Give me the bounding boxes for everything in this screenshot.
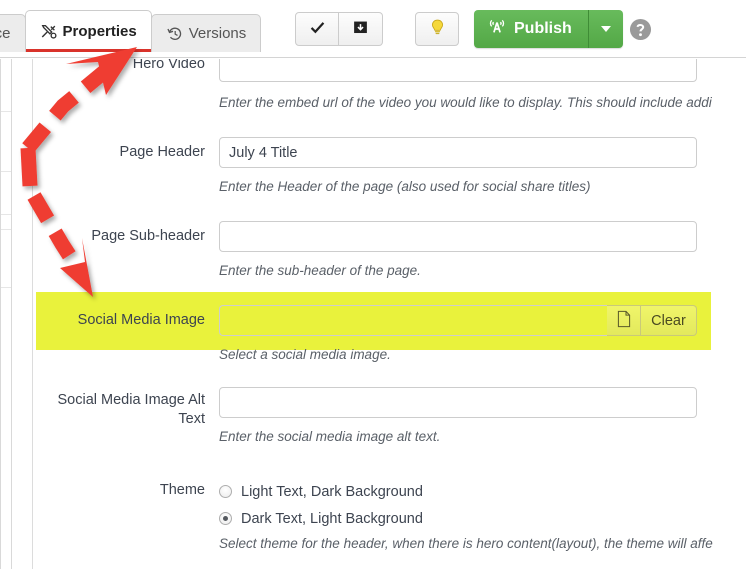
tips-button[interactable] — [415, 12, 459, 46]
tips-button-group — [415, 12, 459, 46]
top-toolbar: ource Properties Versions — [0, 0, 746, 58]
properties-form: Hero Video Enter the embed url of the vi… — [33, 59, 746, 569]
save-box-down-arrow-icon — [352, 19, 369, 39]
page-sub-header-input[interactable] — [219, 221, 697, 252]
theme-hint: Select theme for the header, when there … — [219, 536, 713, 551]
social-media-image-label: Social Media Image — [77, 312, 205, 328]
hero-video-label: Hero Video — [132, 59, 205, 72]
publish-dropdown-toggle[interactable] — [588, 10, 623, 48]
page-sub-header-label: Page Sub-header — [91, 228, 205, 244]
page-sub-header-hint: Enter the sub-header of the page. — [219, 263, 421, 278]
checkmark-icon — [309, 19, 326, 39]
theme-option-light-text-dark-background[interactable]: Light Text, Dark Background — [219, 478, 423, 505]
publish-button-group: Publish — [474, 10, 623, 48]
page-header-input[interactable] — [219, 137, 697, 168]
save-button-group — [295, 12, 383, 46]
tab-properties[interactable]: Properties — [24, 10, 152, 52]
left-rail-panel — [0, 59, 12, 569]
social-media-image-browse-button[interactable] — [607, 305, 641, 336]
clear-button-label: Clear — [651, 312, 686, 329]
tab-versions-label: Versions — [188, 25, 247, 42]
radio-icon-selected[interactable] — [219, 512, 232, 525]
social-media-image-alt-text-input[interactable] — [219, 387, 697, 418]
page-header-label: Page Header — [119, 144, 205, 160]
theme-label: Theme — [159, 482, 205, 498]
rail-divider-line — [1, 111, 11, 112]
history-clock-icon — [166, 25, 184, 43]
radio-icon[interactable] — [219, 485, 232, 498]
rail-divider-line — [1, 171, 11, 172]
tab-properties-label: Properties — [62, 23, 137, 40]
publish-label: Publish — [514, 20, 572, 37]
chevron-down-icon — [600, 26, 611, 32]
tab-source-label: ource — [0, 25, 11, 42]
publish-button[interactable]: Publish — [474, 10, 589, 48]
broadcast-antenna-icon — [487, 17, 507, 41]
social-media-image-picker: Clear — [219, 305, 697, 336]
rail-divider-line — [1, 229, 11, 230]
rail-divider-line — [1, 287, 11, 288]
hero-video-input[interactable] — [219, 59, 697, 82]
tab-source[interactable]: ource — [0, 14, 26, 52]
social-media-image-alt-text-label: Social Media Image Alt Text — [57, 392, 206, 427]
page-header-hint: Enter the Header of the page (also used … — [219, 179, 591, 194]
document-page-icon — [616, 310, 632, 332]
theme-option-label: Light Text, Dark Background — [241, 483, 423, 500]
save-button[interactable] — [339, 12, 383, 46]
tab-strip: ource Properties Versions — [0, 6, 262, 52]
question-mark-circle-icon — [629, 18, 652, 44]
lightbulb-icon — [428, 18, 447, 40]
help-button[interactable] — [629, 18, 652, 41]
approve-button[interactable] — [295, 12, 339, 46]
social-media-image-input[interactable] — [219, 305, 607, 336]
theme-option-dark-text-light-background[interactable]: Dark Text, Light Background — [219, 505, 423, 532]
social-media-image-hint: Select a social media image. — [219, 347, 391, 362]
tools-icon — [40, 23, 58, 41]
social-media-image-alt-text-hint: Enter the social media image alt text. — [219, 429, 441, 444]
rail-divider-line — [1, 214, 11, 215]
hero-video-hint: Enter the embed url of the video you wou… — [219, 95, 712, 110]
tab-versions[interactable]: Versions — [150, 14, 262, 52]
social-media-image-clear-button[interactable]: Clear — [641, 305, 697, 336]
theme-option-label: Dark Text, Light Background — [241, 510, 423, 527]
